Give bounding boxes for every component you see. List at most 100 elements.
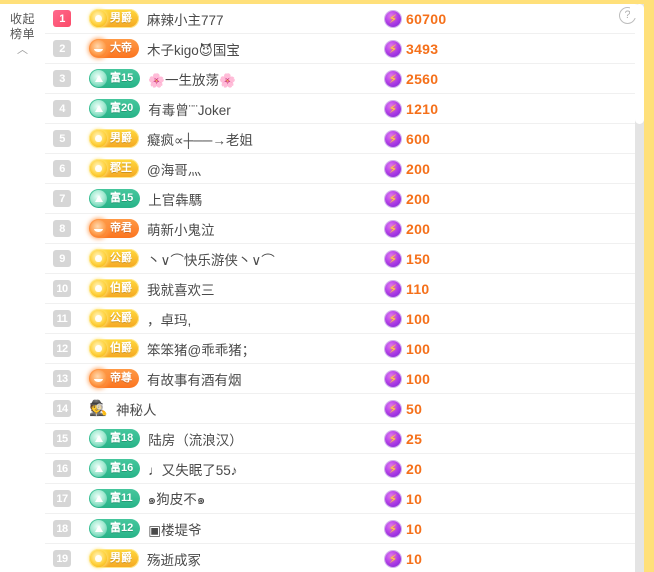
level-emblem-glyph: [95, 165, 102, 172]
level-emblem-icon: [90, 370, 107, 387]
level-badge: 大帝: [89, 39, 139, 58]
score-cell: ⚡ 25: [385, 430, 423, 447]
level-emblem-icon: [90, 310, 107, 327]
username[interactable]: 我就喜欢三: [147, 279, 215, 299]
rank-badge: 18: [53, 520, 71, 537]
leaderboard-row[interactable]: 15 富18 陆房（流浪汉） ⚡ 25: [45, 424, 644, 454]
collapse-list-label[interactable]: 收起榜单: [10, 12, 36, 42]
score-cell: ⚡ 200: [385, 190, 431, 207]
leaderboard-row[interactable]: 16 富16 ♩又失眠了55♪ ⚡ 20: [45, 454, 644, 484]
username[interactable]: 有故事有酒有烟: [147, 369, 242, 389]
level-emblem-glyph: [95, 255, 102, 262]
lightning-bolt-glyph: ⚡: [388, 251, 398, 266]
leaderboard-row[interactable]: 17 富11 ๑狗皮不๑ ⚡ 10: [45, 484, 644, 514]
username[interactable]: ▣楼堤爷: [148, 519, 201, 539]
username[interactable]: 麻辣小主777: [147, 9, 224, 29]
collapse-rail[interactable]: 收起榜单 ︿: [0, 4, 45, 572]
username[interactable]: 丶∨⌒快乐游侠丶∨⌒: [147, 249, 275, 269]
level-emblem-glyph: [95, 345, 102, 352]
chevron-up-icon[interactable]: ︿: [17, 45, 28, 56]
username[interactable]: ，卓玛,: [147, 309, 191, 329]
level-badge-label: 帝尊: [110, 372, 132, 384]
level-badge: 富15: [89, 189, 141, 208]
level-badge-label: 公爵: [110, 312, 132, 324]
scrollbar-thumb[interactable]: [635, 4, 644, 124]
lightning-bolt-glyph: ⚡: [388, 371, 398, 386]
level-badge: 富12: [89, 519, 141, 538]
level-badge-label: 公爵: [110, 252, 132, 264]
leaderboard-row[interactable]: 8 帝君 萌新小鬼泣 ⚡ 200: [45, 214, 644, 244]
username[interactable]: @海哥灬: [147, 159, 201, 179]
leaderboard-row[interactable]: 5 男爵 癡疯∝┼──→老姐 ⚡ 600: [45, 124, 644, 154]
username[interactable]: ๑狗皮不๑: [148, 488, 206, 510]
level-badge: 公爵: [89, 249, 139, 268]
score-value: 1210: [406, 100, 439, 117]
level-emblem-icon: [90, 340, 107, 357]
level-badge: 男爵: [89, 549, 139, 568]
leaderboard-row[interactable]: 11 公爵 ，卓玛, ⚡ 100: [45, 304, 644, 334]
lightning-bolt-icon: ⚡: [385, 430, 401, 447]
lightning-bolt-icon: ⚡: [385, 130, 401, 147]
username[interactable]: 殇逝成冢: [147, 549, 201, 569]
rank-badge: 19: [53, 550, 71, 567]
lightning-bolt-icon: ⚡: [385, 190, 401, 207]
lightning-bolt-glyph: ⚡: [388, 401, 398, 416]
username[interactable]: 木子kigo😈国宝: [147, 39, 240, 59]
level-badge: 富11: [89, 489, 140, 508]
score-value: 60700: [406, 10, 447, 27]
leaderboard-row[interactable]: 14 🕵 神秘人 ⚡ 50: [45, 394, 644, 424]
leaderboard-row[interactable]: 2 大帝 木子kigo😈国宝 ⚡ 3493: [45, 34, 644, 64]
leaderboard-row[interactable]: 10 伯爵 我就喜欢三 ⚡ 110: [45, 274, 644, 304]
lightning-bolt-glyph: ⚡: [388, 191, 398, 206]
level-emblem-glyph: [95, 555, 102, 562]
rank-badge: 3: [53, 70, 71, 87]
leaderboard-row[interactable]: 1 男爵 麻辣小主777 ⚡ 60700: [45, 4, 644, 34]
level-badge-label: 伯爵: [110, 342, 132, 354]
leaderboard-row[interactable]: 9 公爵 丶∨⌒快乐游侠丶∨⌒ ⚡ 150: [45, 244, 644, 274]
leaderboard-row[interactable]: 18 富12 ▣楼堤爷 ⚡ 10: [45, 514, 644, 544]
leaderboard-row[interactable]: 19 男爵 殇逝成冢 ⚡ 10: [45, 544, 644, 572]
username[interactable]: ♩又失眠了55♪: [148, 459, 237, 479]
lightning-bolt-icon: ⚡: [385, 100, 401, 117]
level-badge-label: 郡王: [110, 162, 132, 174]
level-emblem-glyph: [94, 465, 103, 472]
score-cell: ⚡ 20: [385, 460, 422, 477]
score-value: 200: [406, 160, 431, 177]
level-emblem-icon: [90, 550, 107, 567]
score-cell: ⚡ 110: [385, 280, 430, 297]
score-value: 600: [406, 130, 431, 147]
rank-badge: 13: [53, 370, 71, 387]
score-value: 200: [406, 190, 431, 207]
lightning-bolt-icon: ⚡: [385, 310, 401, 327]
rank-badge: 6: [53, 160, 71, 177]
username[interactable]: 有毒曾¨¨Joker: [148, 99, 231, 119]
level-badge-label: 伯爵: [110, 282, 132, 294]
leaderboard-row[interactable]: 4 富20 有毒曾¨¨Joker ⚡ 1210: [45, 94, 644, 124]
username[interactable]: 🌸一生放荡🌸: [148, 69, 236, 89]
username[interactable]: 癡疯∝┼──→老姐: [147, 129, 253, 149]
rank-badge: 12: [53, 340, 71, 357]
level-badge-label: 男爵: [110, 552, 132, 564]
username[interactable]: 陆房（流浪汉）: [148, 429, 243, 449]
score-cell: ⚡ 10: [385, 550, 422, 567]
username[interactable]: 笨笨猪@乖乖猪；: [147, 339, 255, 359]
leaderboard-row[interactable]: 6 郡王 @海哥灬 ⚡ 200: [45, 154, 644, 184]
score-value: 25: [406, 430, 423, 447]
rank-badge: 14: [53, 400, 71, 417]
username[interactable]: 神秘人: [116, 399, 157, 419]
leaderboard-row[interactable]: 3 富15 🌸一生放荡🌸 ⚡ 2560: [45, 64, 644, 94]
leaderboard-row[interactable]: 7 富15 上官犇騳 ⚡ 200: [45, 184, 644, 214]
score-value: 100: [406, 370, 431, 387]
mystery-user-icon: 🕵: [89, 400, 108, 417]
leaderboard-row[interactable]: 13 帝尊 有故事有酒有烟 ⚡ 100: [45, 364, 644, 394]
lightning-bolt-icon: ⚡: [385, 160, 401, 177]
username[interactable]: 萌新小鬼泣: [147, 219, 215, 239]
level-emblem-glyph: [95, 135, 102, 142]
level-badge-label: 富15: [110, 192, 134, 204]
lightning-bolt-icon: ⚡: [385, 250, 401, 267]
level-badge-label: 富20: [110, 102, 134, 114]
score-value: 10: [406, 520, 423, 537]
leaderboard-row[interactable]: 12 伯爵 笨笨猪@乖乖猪； ⚡ 100: [45, 334, 644, 364]
lightning-bolt-glyph: ⚡: [388, 221, 398, 236]
username[interactable]: 上官犇騳: [148, 189, 202, 209]
